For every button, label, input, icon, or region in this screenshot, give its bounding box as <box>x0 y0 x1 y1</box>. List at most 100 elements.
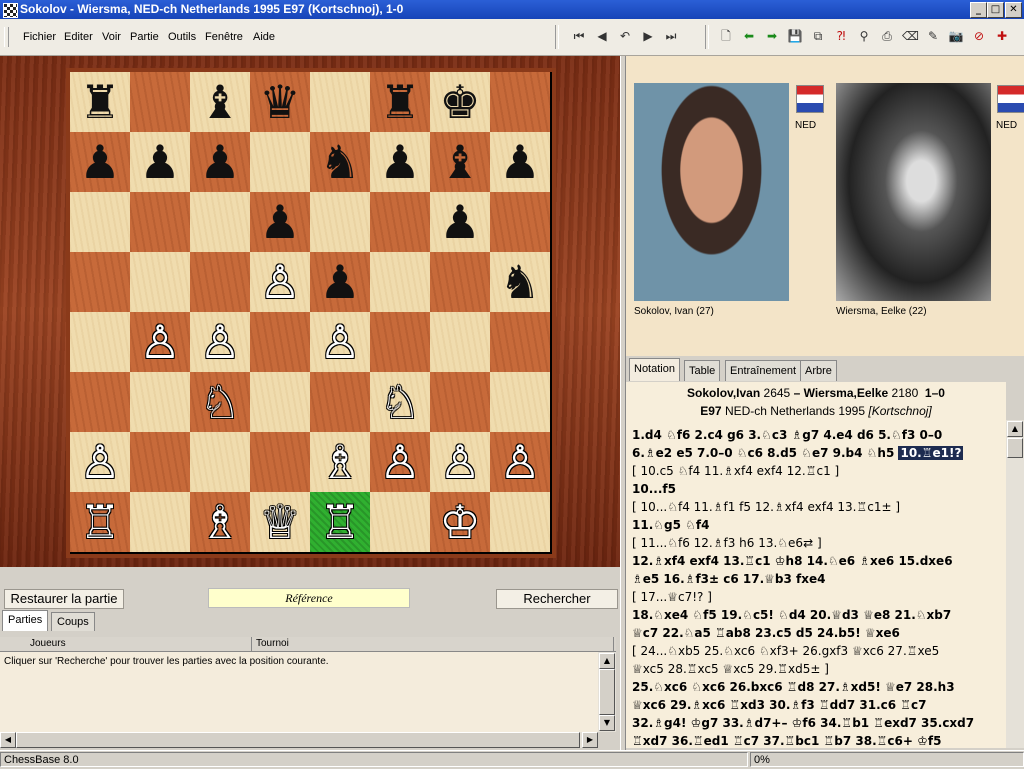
move-text[interactable]: 1.d4 ♘f6 2.c4 g6 3.♘c3 ♗g7 4.e4 d6 5.♘f3… <box>632 428 942 442</box>
scroll-thumb[interactable] <box>16 732 580 748</box>
move-text[interactable]: 18.♘xe4 ♘f5 19.♘c5! ♘d4 20.♕d3 ♕e8 21.♘x… <box>632 608 951 622</box>
square-d4[interactable] <box>250 312 310 372</box>
square-c2[interactable] <box>190 432 250 492</box>
move-line[interactable]: ♖xd7 36.♖ed1 ♖c7 37.♖bc1 ♖b7 38.♖c6+ ♔f5 <box>632 732 1000 748</box>
move-line[interactable]: 11.♘g5 ♘f4 <box>632 516 1000 534</box>
first-move-icon[interactable]: ⏮ <box>571 28 587 44</box>
square-f6[interactable] <box>370 192 430 252</box>
menu-voir[interactable]: Voir <box>102 31 121 43</box>
piece-e7[interactable]: ♞ <box>310 132 370 192</box>
square-f5[interactable] <box>370 252 430 312</box>
move-list[interactable]: 1.d4 ♘f6 2.c4 g6 3.♘c3 ♗g7 4.e4 d6 5.♘f3… <box>632 426 1000 748</box>
scroll-thumb[interactable] <box>1007 438 1023 458</box>
tab-arbre[interactable]: Arbre <box>800 360 837 381</box>
square-h4[interactable] <box>490 312 550 372</box>
piece-c7[interactable]: ♟ <box>190 132 250 192</box>
piece-a2[interactable]: ♙ <box>70 432 130 492</box>
piece-e5[interactable]: ♟ <box>310 252 370 312</box>
square-a5[interactable] <box>70 252 130 312</box>
square-b1[interactable] <box>130 492 190 552</box>
square-c6[interactable] <box>190 192 250 252</box>
move-line[interactable]: 32.♗g4! ♔g7 33.♗d7+– ♔f6 34.♖b1 ♖exd7 35… <box>632 714 1000 732</box>
cross-icon[interactable]: ✚ <box>994 28 1010 44</box>
square-g4[interactable] <box>430 312 490 372</box>
replace-icon[interactable]: ⧉ <box>810 28 826 44</box>
piece-e4[interactable]: ♙ <box>310 312 370 372</box>
piece-g6[interactable]: ♟ <box>430 192 490 252</box>
square-f4[interactable] <box>370 312 430 372</box>
prev-move-icon[interactable]: ◀ <box>594 28 610 44</box>
move-text[interactable]: 10...f5 <box>632 482 676 496</box>
forward-icon[interactable]: ➡ <box>764 28 780 44</box>
scroll-right-icon[interactable]: ▶ <box>582 732 598 748</box>
erase-icon[interactable]: ⌫ <box>902 28 919 44</box>
piece-a7[interactable]: ♟ <box>70 132 130 192</box>
undo-icon[interactable]: ↶ <box>617 28 633 44</box>
square-f1[interactable] <box>370 492 430 552</box>
move-text[interactable]: ♕xc6 29.♗xc6 ♖xd3 30.♗f3 ♖dd7 31.c6 ♖c7 <box>632 698 927 712</box>
square-b8[interactable] <box>130 72 190 132</box>
game-list[interactable]: Cliquer sur 'Recherche' pour trouver les… <box>0 652 598 732</box>
last-move-icon[interactable]: ⏭ <box>663 28 679 44</box>
square-b2[interactable] <box>130 432 190 492</box>
move-text[interactable]: ♕xc5 28.♖xc5 ♕xc5 29.♖xd5± ] <box>632 662 829 676</box>
toolbar-grip[interactable] <box>4 27 9 47</box>
piece-f8[interactable]: ♜ <box>370 72 430 132</box>
list-vertical-scrollbar[interactable]: ▲ ▼ <box>598 652 616 732</box>
next-move-icon[interactable]: ▶ <box>640 28 656 44</box>
piece-c4[interactable]: ♙ <box>190 312 250 372</box>
move-text[interactable]: [ 11...♘f6 12.♗f3 h6 13.♘e6⇄ ] <box>632 536 822 550</box>
piece-c8[interactable]: ♝ <box>190 72 250 132</box>
piece-h7[interactable]: ♟ <box>490 132 550 192</box>
square-h3[interactable] <box>490 372 550 432</box>
square-e3[interactable] <box>310 372 370 432</box>
piece-c3[interactable]: ♘ <box>190 372 250 432</box>
move-text[interactable]: ♖xd7 36.♖ed1 ♖c7 37.♖bc1 ♖b7 38.♖c6+ ♔f5 <box>632 734 941 748</box>
tab-entrainement[interactable]: Entraînement <box>725 360 802 381</box>
tab-parties[interactable]: Parties <box>2 610 49 631</box>
move-line[interactable]: 6.♗e2 e5 7.0–0 ♘c6 8.d5 ♘e7 9.b4 ♘h5 10.… <box>632 444 1000 462</box>
search-button[interactable]: Rechercher <box>496 589 618 609</box>
scroll-left-icon[interactable]: ◀ <box>0 732 16 748</box>
move-line[interactable]: 1.d4 ♘f6 2.c4 g6 3.♘c3 ♗g7 4.e4 d6 5.♘f3… <box>632 426 1000 444</box>
list-horizontal-scrollbar[interactable]: ◀ ▶ <box>0 732 598 748</box>
square-e8[interactable] <box>310 72 370 132</box>
menu-partie[interactable]: Partie <box>130 31 159 43</box>
piece-d1[interactable]: ♕ <box>250 492 310 552</box>
move-text[interactable]: [ 24...♘xb5 25.♘xc6 ♘xf3+ 26.gxf3 ♕xc6 2… <box>632 644 939 658</box>
menu-fenetre[interactable]: Fenêtre <box>205 31 243 43</box>
square-b3[interactable] <box>130 372 190 432</box>
tab-coups[interactable]: Coups <box>51 612 95 631</box>
variation-line[interactable]: [ 10.c5 ♘f4 11.♗xf4 exf4 12.♖c1 ] <box>632 462 1000 480</box>
search-icon[interactable]: ⚲ <box>856 28 872 44</box>
piece-f3[interactable]: ♘ <box>370 372 430 432</box>
piece-c1[interactable]: ♗ <box>190 492 250 552</box>
piece-f2[interactable]: ♙ <box>370 432 430 492</box>
notation-scrollbar[interactable]: ▲ <box>1006 420 1024 748</box>
scroll-thumb[interactable] <box>599 669 615 715</box>
minimize-button[interactable]: _ <box>970 2 987 18</box>
piece-g7[interactable]: ♝ <box>430 132 490 192</box>
scroll-down-icon[interactable]: ▼ <box>599 715 615 731</box>
variation-line[interactable]: [ 10...♘f4 11.♗f1 f5 12.♗xf4 exf4 13.♖c1… <box>632 498 1000 516</box>
variation-line[interactable]: [ 11...♘f6 12.♗f3 h6 13.♘e6⇄ ] <box>632 534 1000 552</box>
col-joueurs[interactable]: Joueurs <box>0 637 252 651</box>
close-button[interactable]: ✕ <box>1005 2 1022 18</box>
move-line[interactable]: 18.♘xe4 ♘f5 19.♘c5! ♘d4 20.♕d3 ♕e8 21.♘x… <box>632 606 1000 624</box>
camera-icon[interactable]: 📷 <box>948 28 964 44</box>
square-g5[interactable] <box>430 252 490 312</box>
square-d7[interactable] <box>250 132 310 192</box>
move-line[interactable]: ♗e5 16.♗f3± c6 17.♕b3 fxe4 <box>632 570 1000 588</box>
square-h6[interactable] <box>490 192 550 252</box>
current-move[interactable]: 10.♖e1!? <box>898 446 964 460</box>
move-text[interactable]: [ 10.c5 ♘f4 11.♗xf4 exf4 12.♖c1 ] <box>632 464 839 478</box>
menu-aide[interactable]: Aide <box>253 31 275 43</box>
square-a6[interactable] <box>70 192 130 252</box>
move-text[interactable]: ♗e5 16.♗f3± c6 17.♕b3 fxe4 <box>632 572 825 586</box>
square-a4[interactable] <box>70 312 130 372</box>
save-icon[interactable]: 💾 <box>787 28 803 44</box>
restore-game-button[interactable]: Restaurer la partie <box>4 589 124 609</box>
new-game-icon[interactable]: 🗋 <box>718 28 734 44</box>
square-a3[interactable] <box>70 372 130 432</box>
square-b5[interactable] <box>130 252 190 312</box>
